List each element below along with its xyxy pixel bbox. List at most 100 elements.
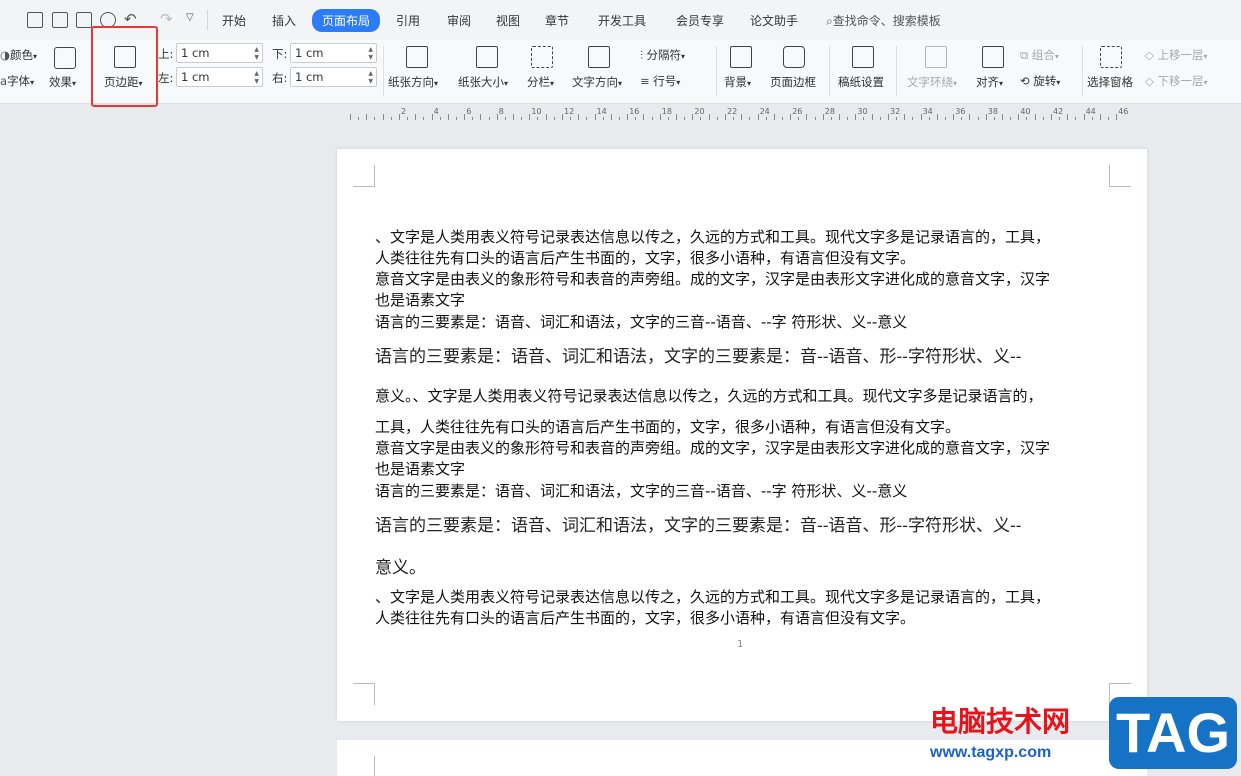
tab-page-layout[interactable]: 页面布局 [312, 9, 381, 32]
page-corner-mark [353, 165, 375, 187]
spin-down-icon[interactable]: ▼ [254, 55, 259, 61]
separator-button[interactable]: ⫶ 分隔符▾ [640, 47, 685, 63]
ruler-number: 40 [1020, 107, 1031, 116]
paper-size-icon[interactable] [476, 46, 498, 68]
ruler-tick [773, 114, 775, 120]
select-pane-icon[interactable] [1100, 46, 1122, 68]
text-direction-icon[interactable] [588, 46, 610, 68]
tab-review[interactable]: 审阅 [447, 12, 471, 29]
search-box[interactable]: ⌕查找命令、搜索模板 [826, 12, 941, 29]
ruler-tick [790, 114, 792, 120]
spin-up-icon[interactable]: ▲ [368, 71, 373, 77]
watermark-text: 电脑技术网 [930, 705, 1071, 738]
page-border-button[interactable]: 页面边框 [770, 74, 816, 90]
ruler-tick [814, 117, 816, 120]
doc-line: 语言的三要素是：语音、词汇和语法，文字的三音--语音、--字 符形状、义--意义 [375, 482, 908, 500]
ruler-tick [928, 117, 930, 120]
tab-view[interactable]: 视图 [496, 12, 520, 29]
ruler-tick [1034, 114, 1036, 120]
select-pane-button[interactable]: 选择窗格 [1087, 74, 1133, 90]
ruler-tick [1002, 114, 1003, 120]
columns-icon[interactable] [531, 46, 553, 68]
tab-thesis-assistant[interactable]: 论文助手 [750, 12, 798, 29]
redo-icon[interactable]: ↷ [160, 10, 173, 28]
spin-down-icon[interactable]: ▼ [368, 55, 373, 61]
ruler-tick [912, 117, 914, 120]
tab-developer[interactable]: 开发工具 [598, 12, 646, 29]
line-number-button[interactable]: ≡ 行号▾ [640, 73, 680, 89]
columns-button[interactable]: 分栏▾ [527, 74, 554, 90]
paper-size-button[interactable]: 纸张大小▾ [458, 74, 508, 90]
horizontal-ruler[interactable]: 2 4 6 8 10 12 14 16 18 20 22 24 26 28 30 32 34 36 38 40 42 44… [345, 106, 1135, 122]
theme-font-button[interactable]: a字体▾ [0, 73, 34, 89]
ruler-tick [390, 117, 392, 120]
manuscript-button[interactable]: 稿纸设置 [838, 74, 884, 90]
tab-member[interactable]: 会员专享 [676, 12, 724, 29]
text-direction-button[interactable]: 文字方向▾ [572, 74, 622, 90]
quick-access-dropdown-icon[interactable]: ▽ [186, 12, 194, 23]
spin-up-icon[interactable]: ▲ [368, 47, 373, 53]
ruler-number: 20 [694, 107, 705, 116]
top-margin-input[interactable]: 1 cm ▲ ▼ [176, 43, 263, 63]
rotate-icon: ⟲ [1020, 74, 1030, 88]
right-margin-input[interactable]: 1 cm ▲ ▼ [290, 67, 377, 87]
right-margin-label: 右: [272, 71, 288, 85]
ruler-tick [521, 117, 523, 120]
ribbon-divider [829, 46, 830, 96]
page-border-icon[interactable] [783, 46, 805, 68]
spin-down-icon[interactable]: ▼ [368, 79, 373, 85]
manuscript-icon[interactable] [852, 46, 874, 68]
ruler-tick [602, 117, 604, 120]
theme-color-button[interactable]: ◑颜色▾ [0, 47, 37, 63]
ruler-number: 12 [564, 107, 575, 116]
ruler-tick [1091, 117, 1093, 120]
ruler-number: 46 [1118, 107, 1129, 116]
left-margin-input[interactable]: 1 cm ▲ ▼ [176, 67, 263, 87]
ruler-tick [1059, 117, 1061, 120]
ruler-tick [896, 117, 898, 120]
bottom-margin-input[interactable]: 1 cm ▲ ▼ [290, 43, 377, 63]
spin-up-icon[interactable]: ▲ [254, 71, 259, 77]
ruler-number: 38 [987, 107, 998, 116]
ruler-tick [757, 114, 759, 120]
rotate-button[interactable]: ⟲ 旋转▾ [1020, 73, 1060, 89]
save-icon[interactable] [27, 12, 43, 28]
ruler-tick [455, 117, 457, 120]
ruler-tick [366, 114, 368, 120]
doc-line: 也是语素文字 [375, 460, 466, 478]
orientation-button[interactable]: 纸张方向▾ [388, 74, 438, 90]
spin-up-icon[interactable]: ▲ [254, 47, 259, 53]
align-icon[interactable] [982, 46, 1004, 68]
doc-line: 、文字是人类用表义符号记录表达信息以传之，久远的方式和工具。现代文字多是记录语言… [375, 588, 1051, 606]
ruler-tick [684, 117, 686, 120]
ruler-tick [618, 117, 620, 120]
spin-down-icon[interactable]: ▼ [254, 79, 259, 85]
ruler-tick [985, 114, 987, 120]
print-icon[interactable] [76, 12, 92, 28]
ribbon-divider [1082, 46, 1083, 96]
top-margin-label: 上: [158, 47, 174, 61]
ruler-tick [1099, 114, 1101, 120]
background-icon[interactable] [730, 46, 752, 68]
document-page[interactable]: 、文字是人类用表义符号记录表达信息以传之，久远的方式和工具。现代文字多是记录语言… [337, 149, 1147, 721]
export-icon[interactable] [52, 12, 68, 28]
tab-insert[interactable]: 插入 [272, 12, 296, 29]
doc-line: 语言的三要素是：语音、词汇和语法，文字的三要素是：音--语音、形--字符形状、义… [375, 347, 1022, 367]
ruler-tick [439, 117, 441, 120]
tab-sections[interactable]: 章节 [545, 12, 569, 29]
tab-home[interactable]: 开始 [222, 12, 246, 29]
ruler-tick [830, 117, 832, 120]
orientation-icon[interactable] [406, 46, 428, 68]
ruler-tick [993, 117, 995, 120]
ruler-number: 18 [661, 107, 672, 116]
ruler-number: 36 [955, 107, 966, 116]
effect-icon[interactable] [54, 47, 76, 69]
send-backward-button: ◇ 下移一层▾ [1145, 74, 1208, 88]
align-button[interactable]: 对齐▾ [976, 74, 1003, 90]
background-button[interactable]: 背景▾ [724, 74, 751, 90]
effect-button[interactable]: 效果▾ [49, 74, 76, 90]
ruler-tick [659, 114, 661, 120]
tab-references[interactable]: 引用 [396, 12, 420, 29]
ruler-tick [708, 114, 710, 120]
ruler-tick [724, 114, 726, 120]
